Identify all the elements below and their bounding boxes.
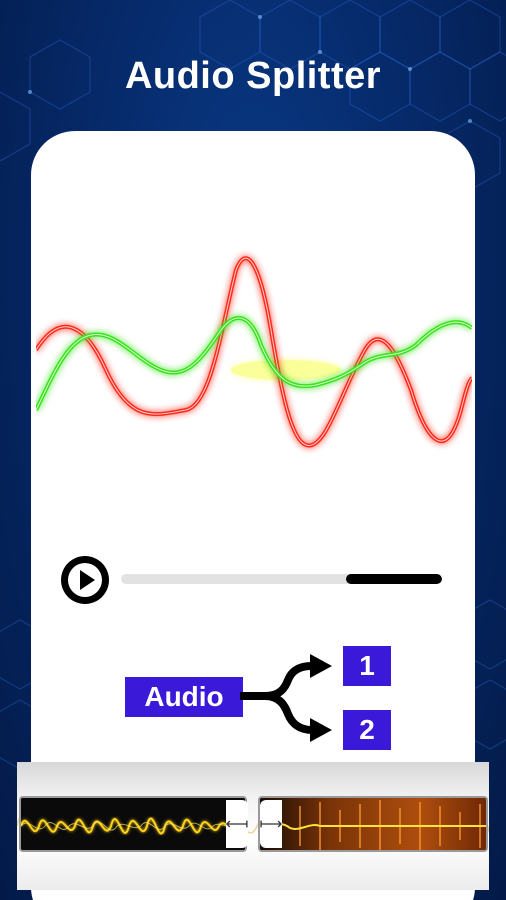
output-track-2-badge: 2: [343, 710, 391, 750]
audio-source-label: Audio: [125, 677, 243, 717]
play-button[interactable]: [61, 556, 109, 604]
clip-2-waveform: [260, 798, 486, 850]
play-icon: [68, 563, 102, 597]
playback-progress-bar[interactable]: [121, 574, 442, 584]
output-track-1-badge: 1: [343, 646, 391, 686]
trim-handle-left-icon[interactable]: ⟻: [226, 800, 248, 848]
trim-handle-right-icon[interactable]: ⟼: [260, 800, 282, 848]
audio-clip-1[interactable]: [19, 796, 247, 852]
clip-1-waveform: [21, 798, 245, 850]
audio-waveform-graphic: [36, 250, 472, 455]
progress-fill: [345, 574, 442, 584]
page-title: Audio Splitter: [124, 55, 382, 97]
audio-clip-2[interactable]: [258, 796, 488, 852]
split-arrow-icon: [240, 654, 332, 742]
